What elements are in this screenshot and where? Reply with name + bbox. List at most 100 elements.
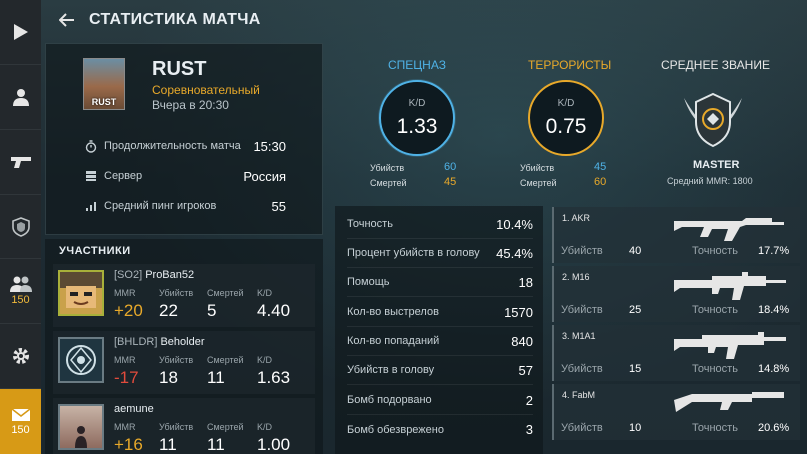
player-name: [SO2] ProBan52 <box>114 269 195 281</box>
kills-label: Убийств <box>561 363 603 375</box>
server-row: Сервер Россия <box>84 167 286 185</box>
weapon-kills: 10 <box>629 422 642 434</box>
stat-value: 18 <box>518 274 533 290</box>
nav-profile[interactable] <box>0 65 41 130</box>
rifle-m1a1-icon <box>674 332 786 359</box>
deaths-label: Смертей <box>207 288 244 298</box>
t-kd-circle: K/D 0.75 <box>528 80 604 156</box>
mail-icon <box>11 407 30 421</box>
kills-label: Убийств <box>159 288 194 298</box>
weapon-card[interactable]: 4. FabM Убийств 10 Точность 20.6% <box>552 384 800 440</box>
player-row[interactable]: [SO2] ProBan52 MMR Убийств Смертей K/D +… <box>53 264 315 327</box>
stat-label: Кол-во выстрелов <box>347 306 439 318</box>
player-name: aemune <box>114 403 154 415</box>
game-mode: Соревновательный <box>152 83 260 97</box>
stat-row: Точность 10.4% <box>347 210 533 239</box>
kills-label: Убийств <box>561 245 603 257</box>
avg-mmr: Средний MMR: 1800 <box>667 176 753 186</box>
ping-row: Средний пинг игроков 55 <box>84 197 286 215</box>
accuracy-label: Точность <box>692 245 738 257</box>
weapon-card[interactable]: 2. M16 Убийств 25 Точность 18.4% <box>552 266 800 322</box>
weapon-accuracy: 20.6% <box>758 422 790 434</box>
avatar <box>58 404 104 450</box>
nav-settings[interactable] <box>0 324 41 390</box>
weapon-card[interactable]: 3. M1A1 Убийств 15 Точность 14.8% <box>552 325 800 381</box>
stat-value: 3 <box>525 422 533 437</box>
map-thumb-label: RUST <box>91 97 117 107</box>
duration-label: Продолжительность матча <box>104 140 241 152</box>
mmr-label: MMR <box>114 355 136 365</box>
server-value: Россия <box>243 168 286 184</box>
player-row[interactable]: [BHLDR] Beholder MMR Убийств Смертей K/D… <box>53 331 315 394</box>
t-kd-label: K/D <box>557 98 575 109</box>
ct-deaths-value: 45 <box>444 176 457 188</box>
weapon-accuracy: 14.8% <box>758 363 790 375</box>
t-kills-label: Убийств <box>520 163 555 173</box>
stat-row: Кол-во попаданий 840 <box>347 327 533 356</box>
ct-kd-circle: K/D 1.33 <box>379 80 455 156</box>
kills-label: Убийств <box>561 304 603 316</box>
deaths-value: 5 <box>207 301 217 320</box>
back-button[interactable] <box>49 0 85 40</box>
stat-row: Бомб обезврежено 3 <box>347 415 533 444</box>
ping-value: 55 <box>271 198 286 214</box>
player-name: [BHLDR] Beholder <box>114 336 205 348</box>
avatar <box>58 270 104 316</box>
kills-value: 11 <box>159 435 177 454</box>
t-kills-value: 45 <box>594 161 607 173</box>
participants-panel: УЧАСТНИКИ [SO2] ProBan52 MMR Убийств Сме… <box>45 239 323 454</box>
ct-deaths-label: Смертей <box>370 178 407 188</box>
weapon-accuracy: 18.4% <box>758 304 790 316</box>
pistol-icon <box>10 156 31 168</box>
friends-icon <box>9 276 32 293</box>
server-icon <box>84 169 98 183</box>
nav-mail[interactable]: 150 <box>0 389 41 454</box>
stat-value: 10.4% <box>496 216 533 232</box>
deaths-label: Смертей <box>207 355 244 365</box>
rifle-m16-icon <box>674 272 786 300</box>
stat-label: Процент убийств в голову <box>347 247 480 259</box>
nav-weapons[interactable] <box>0 130 41 195</box>
stat-row: Бомб подорвано 2 <box>347 386 533 415</box>
deaths-value: 11 <box>207 368 225 387</box>
map-name: RUST <box>152 58 207 80</box>
kills-value: 22 <box>159 301 178 320</box>
stat-row: Помощь 18 <box>347 268 533 297</box>
stat-label: Убийств в голову <box>347 364 435 376</box>
stat-row: Процент убийств в голову 45.4% <box>347 239 533 268</box>
profile-icon <box>12 88 29 106</box>
rank-emblem-icon <box>684 92 742 148</box>
kills-label: Убийств <box>159 422 194 432</box>
kills-value: 18 <box>159 368 178 387</box>
mmr-value: +20 <box>114 301 143 320</box>
stat-value: 1570 <box>504 304 533 320</box>
stat-row: Убийств в голову 57 <box>347 356 533 385</box>
deaths-value: 11 <box>207 435 225 454</box>
weapon-card[interactable]: 1. AKR Убийств 40 Точность 17.7% <box>552 207 800 263</box>
weapon-name: 4. FabM <box>562 390 596 400</box>
mmr-value: -17 <box>114 368 139 387</box>
ct-kd-value: 1.33 <box>396 115 438 138</box>
player-row[interactable]: aemune MMR Убийств Смертей K/D +16 11 11… <box>53 398 315 454</box>
kd-value: 1.63 <box>257 368 291 387</box>
shotgun-icon <box>674 392 784 412</box>
server-label: Сервер <box>104 170 143 182</box>
friends-badge: 150 <box>11 294 30 307</box>
deaths-label: Смертей <box>207 422 244 432</box>
mmr-value: +16 <box>114 435 143 454</box>
weapon-kills: 25 <box>629 304 642 316</box>
kd-label: K/D <box>257 422 273 432</box>
nav-rank[interactable] <box>0 195 41 260</box>
match-stats-panel: Точность 10.4% Процент убийств в голову 45… <box>335 206 543 454</box>
stat-label: Бомб обезврежено <box>347 423 444 436</box>
accuracy-label: Точность <box>692 304 738 316</box>
duration-row: Продолжительность матча 15:30 <box>84 137 286 155</box>
nav-play[interactable] <box>0 0 41 65</box>
stat-label: Точность <box>347 218 393 230</box>
kills-label: Убийств <box>159 355 194 365</box>
nav-friends[interactable]: 150 <box>0 259 41 325</box>
mmr-label: MMR <box>114 288 136 298</box>
weapon-name: 1. AKR <box>562 213 591 223</box>
avatar <box>58 337 104 383</box>
stat-label: Кол-во попаданий <box>347 335 440 347</box>
